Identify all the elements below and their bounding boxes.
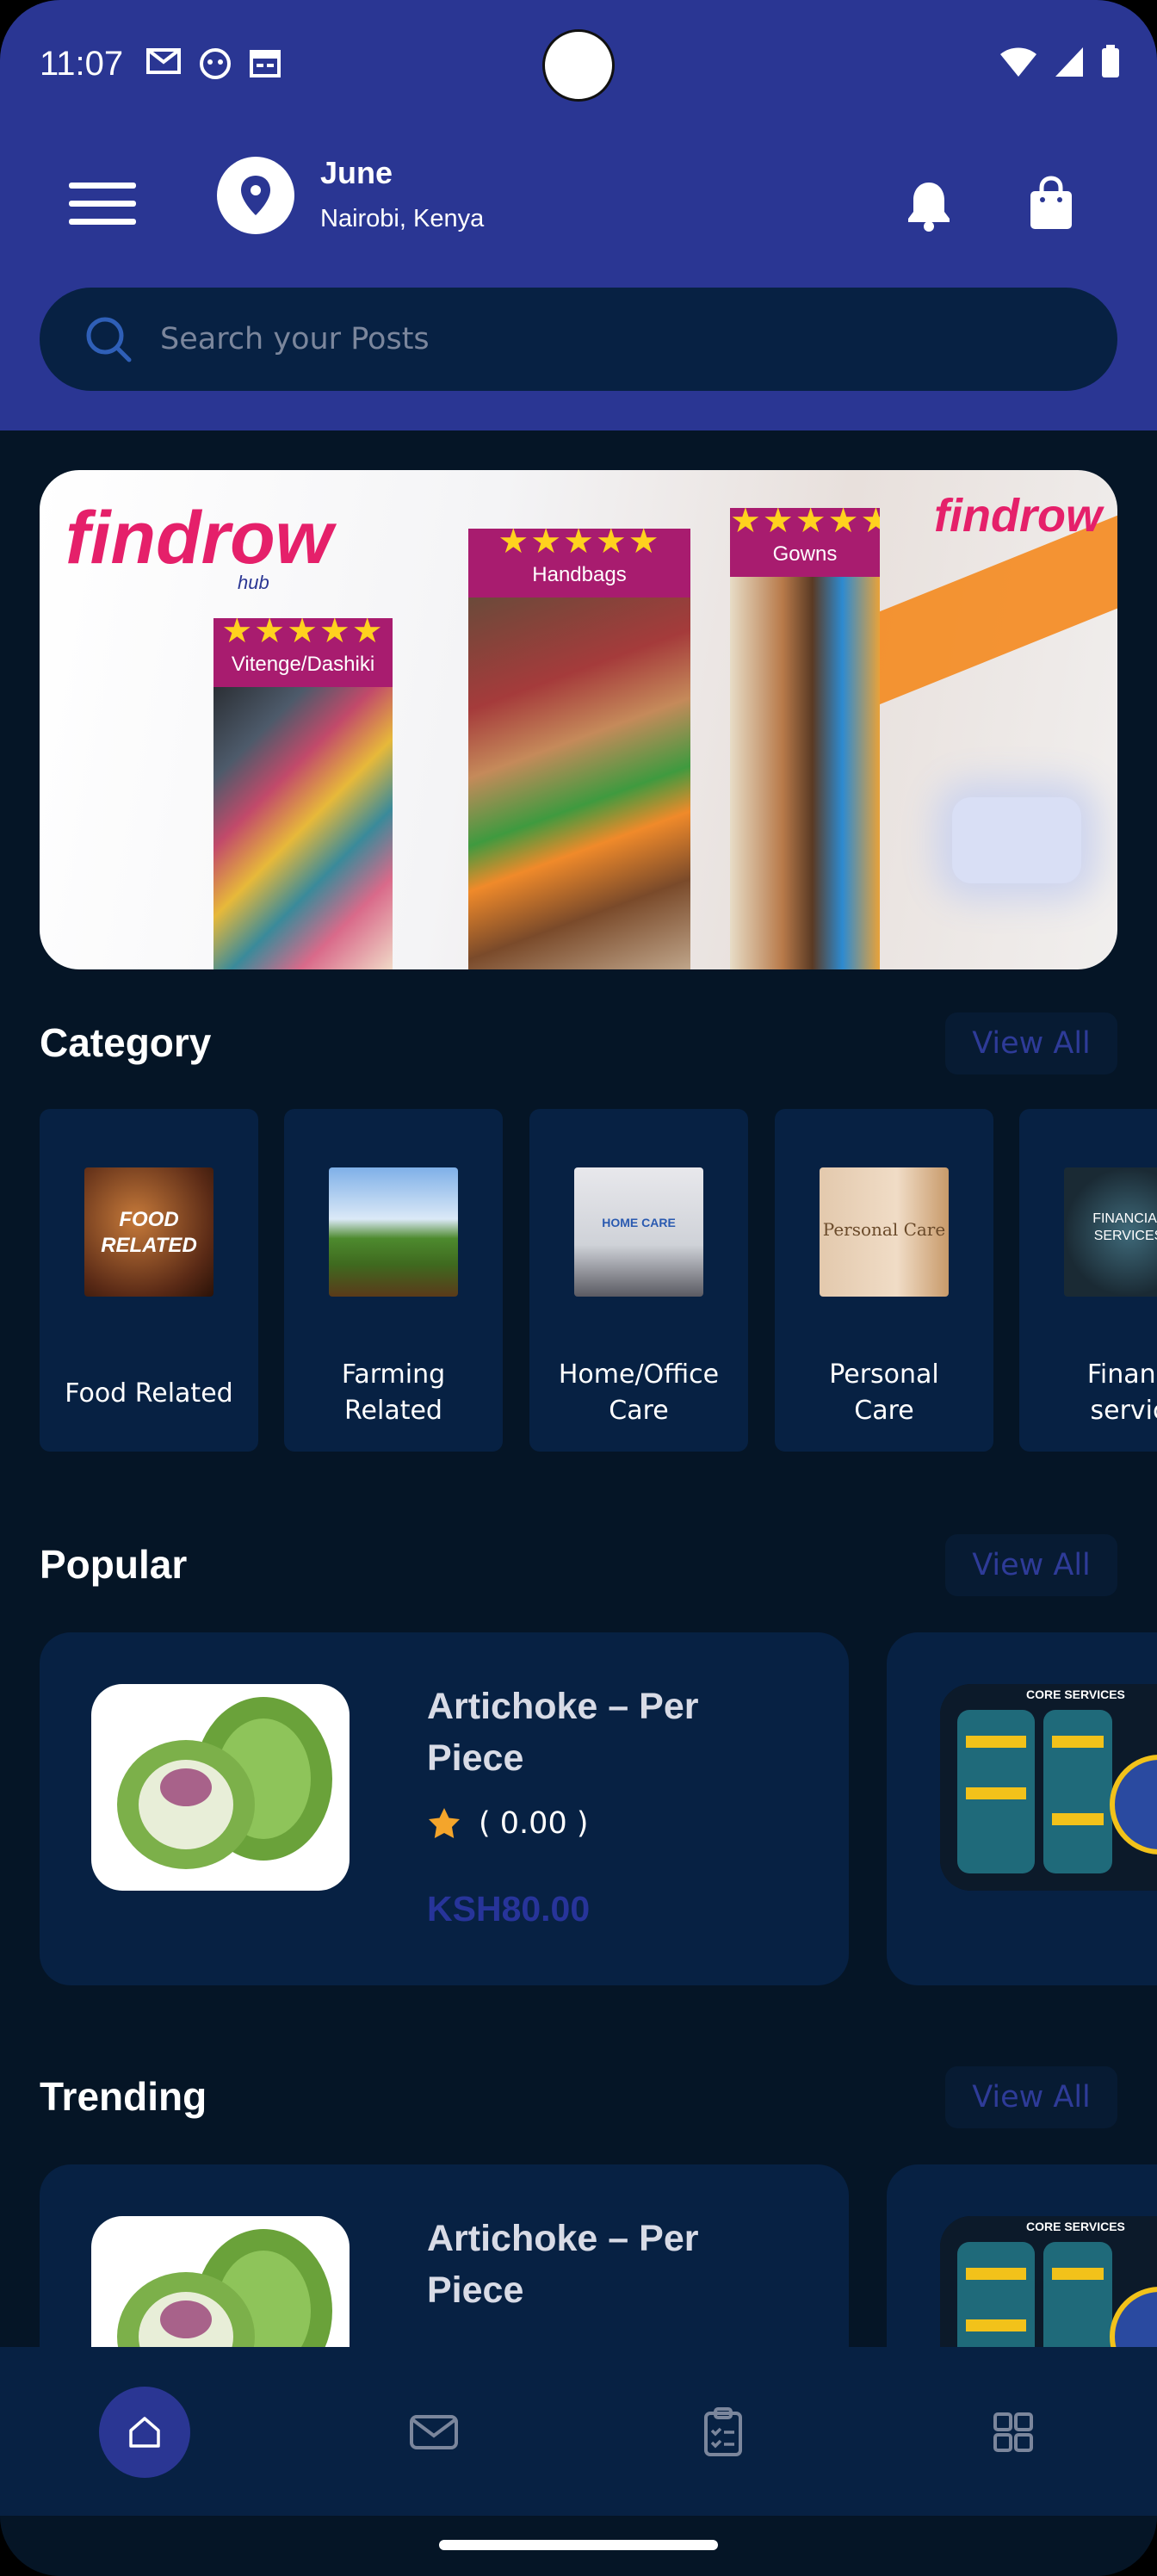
product-card[interactable]: Artichoke – Per Piece ( 0.00 ) KSH80.00 [40, 1632, 849, 1985]
trending-view-all-button[interactable]: View All [945, 2066, 1117, 2128]
wifi-icon [1000, 47, 1036, 77]
services-image-title: CORE SERVICES [1026, 2220, 1125, 2233]
nav-home[interactable] [99, 2387, 190, 2478]
category-label-line1: Farming [341, 1359, 446, 1390]
product-price: KSH80.00 [427, 1889, 591, 1929]
thumbnail-text: HOME CARE [602, 1216, 676, 1229]
handbags-photo [468, 598, 690, 969]
category-thumbnail: FINANCIAL SERVICES [1064, 1167, 1157, 1297]
category-card-financial[interactable]: FINANCIAL SERVICES Financ servic [1019, 1109, 1157, 1452]
app-screen: 11:07 June Nairobi, Kenya Search your Po… [0, 0, 1157, 2576]
category-card-home-office[interactable]: HOME CARE Home/Office Care [529, 1109, 748, 1452]
status-system-icons [999, 45, 1121, 79]
category-card-food[interactable]: FOOD RELATED Food Related [40, 1109, 258, 1452]
popular-title: Popular [40, 1542, 188, 1587]
category-thumbnail: FOOD RELATED [84, 1167, 213, 1297]
banner-panel-vitenge: Vitenge/Dashiki ★★★★★ [213, 618, 393, 969]
category-label-line1: Personal [829, 1359, 939, 1390]
gowns-photo [730, 577, 880, 969]
brand-logo: findrow [65, 497, 333, 579]
home-icon [129, 2417, 160, 2448]
shopping-bag-icon [1030, 176, 1072, 229]
artichoke-image [117, 1697, 332, 1869]
product-rating: ( 0.00 ) [427, 1806, 589, 1841]
category-label-line2: Related [344, 1396, 442, 1426]
category-label-line2: Care [854, 1396, 914, 1426]
category-title: Category [40, 1020, 212, 1065]
nav-more[interactable] [968, 2387, 1059, 2478]
home-indicator[interactable] [439, 2540, 718, 2550]
category-label-line1: Financ [1086, 1359, 1157, 1390]
nav-messages[interactable] [388, 2387, 480, 2478]
location-pin-icon [241, 176, 270, 215]
trending-title: Trending [40, 2074, 207, 2119]
signal-icon [1055, 47, 1083, 77]
notification-button[interactable] [906, 179, 952, 237]
menu-button[interactable] [69, 183, 136, 231]
user-location[interactable]: Nairobi, Kenya [320, 205, 484, 233]
banner-panel-gowns: Gowns ★★★★★ [730, 508, 880, 969]
popular-view-all-button[interactable]: View All [945, 1534, 1117, 1596]
clipboard-icon [704, 2407, 742, 2456]
brand-logo-small: findrow [934, 490, 1102, 542]
user-name: June [320, 155, 393, 190]
status-notification-icons [145, 46, 282, 79]
product-image [91, 1684, 350, 1891]
category-label-line2: servic [1090, 1396, 1157, 1426]
cart-button[interactable] [1028, 176, 1074, 237]
banner-panel-handbags: Handbags ★★★★★ [468, 529, 690, 969]
brand-logo-sub: hub [238, 572, 269, 593]
rating-value: ( 0.00 ) [479, 1806, 589, 1841]
category-label: Food Related [65, 1378, 233, 1409]
category-label-line1: Home/Office [558, 1359, 720, 1390]
calendar-icon [250, 50, 281, 77]
fabric-photo [213, 687, 393, 969]
thumbnail-text: FOOD RELATED [101, 1208, 197, 1257]
camera-cutout [542, 29, 615, 102]
star-rating: ★★★★★ [498, 529, 661, 560]
category-card-farming[interactable]: Farming Related [284, 1109, 503, 1452]
search-icon [86, 317, 132, 362]
hamburger-menu-icon [69, 183, 136, 189]
category-card-personal-care[interactable]: Personal Care Personal Care [775, 1109, 993, 1452]
gmail-icon [146, 48, 181, 74]
services-image-title: CORE SERVICES [1026, 1687, 1125, 1701]
nav-orders[interactable] [677, 2387, 769, 2478]
battery-icon [1102, 45, 1119, 77]
promo-banner[interactable]: findrow hub findrow Vitenge/Dashiki ★★★★… [40, 470, 1117, 969]
category-thumbnail: HOME CARE [574, 1167, 703, 1297]
category-thumbnail: Personal Care [820, 1167, 949, 1297]
product-name[interactable]: Artichoke – Per Piece [427, 1681, 771, 1784]
product-image: CORE SERVICES [940, 1684, 1157, 1891]
hamburger-line [69, 201, 136, 207]
search-bar[interactable] [40, 288, 1117, 391]
bottom-navigation [0, 2347, 1157, 2516]
thumbnail-text: Personal Care [822, 1219, 946, 1240]
category-label-line2: Care [609, 1396, 669, 1426]
star-icon [429, 1808, 460, 1838]
status-time: 11:07 [40, 45, 124, 83]
core-services-image [940, 1684, 1157, 1891]
location-button[interactable] [217, 157, 294, 234]
bell-icon [908, 183, 950, 232]
app-icon [200, 48, 231, 79]
category-list[interactable]: FOOD RELATED Food Related Farming Relate… [40, 1109, 1157, 1453]
category-thumbnail [329, 1167, 458, 1297]
category-view-all-button[interactable]: View All [945, 1012, 1117, 1074]
thumbnail-text: FINANCIAL SERVICES [1092, 1211, 1157, 1243]
star-rating: ★★★★★ [221, 618, 385, 650]
banner-decoration [952, 797, 1081, 883]
app-header: 11:07 June Nairobi, Kenya [0, 0, 1157, 430]
star-rating: ★★★★★ [730, 508, 880, 540]
mail-icon [410, 2415, 458, 2449]
product-name[interactable]: Artichoke – Per Piece [427, 2213, 771, 2316]
search-input[interactable] [158, 321, 937, 357]
hamburger-line [69, 219, 136, 225]
grid-icon [993, 2412, 1033, 2452]
product-card[interactable]: CORE SERVICES [887, 1632, 1157, 1985]
